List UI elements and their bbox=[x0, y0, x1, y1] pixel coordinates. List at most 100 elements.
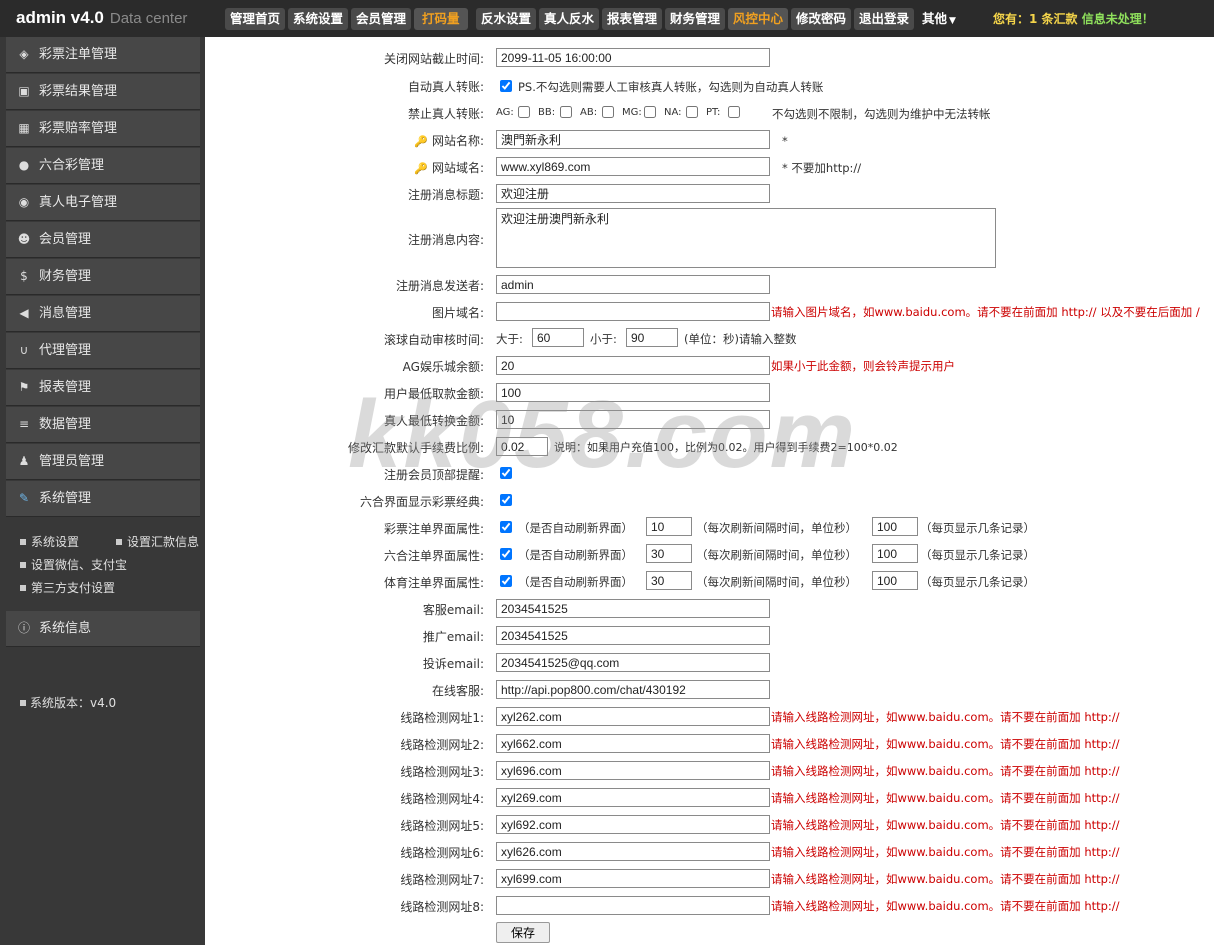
wrench-icon: ✎ bbox=[18, 491, 30, 505]
lhc-auto-refresh-checkbox[interactable] bbox=[500, 548, 512, 560]
sidebar-item-data[interactable]: ≡ 数据管理 bbox=[6, 407, 200, 443]
min-withdraw-label: 用户最低取款金额: bbox=[383, 387, 484, 401]
line-check-5-input[interactable] bbox=[496, 815, 770, 834]
nav-change-password[interactable]: 修改密码 bbox=[791, 8, 852, 30]
min-transfer-input[interactable] bbox=[496, 410, 770, 429]
sidebar-item-lottery-odds[interactable]: ▦ 彩票赔率管理 bbox=[6, 111, 200, 147]
close-deadline-input[interactable] bbox=[496, 48, 770, 67]
line-check-8-input[interactable] bbox=[496, 896, 770, 915]
lhc-classic-checkbox[interactable] bbox=[500, 494, 512, 506]
ball-review-gt-input[interactable] bbox=[532, 328, 584, 347]
sidebar-item-live-electronic[interactable]: ◉ 真人电子管理 bbox=[6, 185, 200, 221]
nav-betting-volume[interactable]: 打码量 bbox=[414, 8, 468, 30]
nav-logout[interactable]: 退出登录 bbox=[854, 8, 915, 30]
sports-auto-refresh-checkbox[interactable] bbox=[500, 575, 512, 587]
reg-content-textarea[interactable]: 欢迎注册澳門新永利 bbox=[496, 208, 996, 268]
reg-top-alert-label: 注册会员顶部提醒: bbox=[383, 468, 484, 482]
key-icon: 🔑 bbox=[414, 162, 428, 175]
line-check-3-label: 线路检测网址3: bbox=[400, 765, 484, 779]
subitem-remittance-settings[interactable]: 设置汇款信息 bbox=[116, 533, 199, 550]
auto-transfer-checkbox[interactable] bbox=[500, 80, 512, 92]
nav-home[interactable]: 管理首页 bbox=[225, 8, 286, 30]
nav-other-dropdown[interactable]: 其他 ▼ bbox=[922, 8, 956, 32]
lottery-refresh-interval-text: （每次刷新间隔时间，单位秒） bbox=[696, 521, 857, 535]
lottery-auto-refresh-checkbox[interactable] bbox=[500, 521, 512, 533]
forbid-ab-checkbox[interactable] bbox=[602, 106, 614, 118]
ball-review-lt-input[interactable] bbox=[626, 328, 678, 347]
image-domain-input[interactable] bbox=[496, 302, 770, 321]
subitem-third-party-payment[interactable]: 第三方支付设置 bbox=[20, 579, 115, 596]
site-name-input[interactable] bbox=[496, 130, 770, 149]
forbid-mg-label: MG: bbox=[622, 107, 642, 118]
reg-top-alert-checkbox[interactable] bbox=[500, 467, 512, 479]
sidebar-item-members[interactable]: ☻ 会员管理 bbox=[6, 222, 200, 258]
forbid-bb-checkbox[interactable] bbox=[560, 106, 572, 118]
ag-balance-hint: 如果小于此金额，则会铃声提示用户 bbox=[771, 359, 955, 373]
sidebar-item-reports[interactable]: ⚑ 报表管理 bbox=[6, 370, 200, 406]
subitem-label: 设置汇款信息 bbox=[127, 535, 200, 549]
subitem-system-settings[interactable]: 系统设置 bbox=[20, 533, 79, 550]
site-domain-label-text: 网站域名: bbox=[431, 161, 484, 175]
sidebar-item-messages[interactable]: ◀ 消息管理 bbox=[6, 296, 200, 332]
line-check-7-input[interactable] bbox=[496, 869, 770, 888]
magnet-icon: ∪ bbox=[19, 343, 29, 357]
complaint-email-input[interactable] bbox=[496, 653, 770, 672]
nav-other-label: 其他 bbox=[922, 11, 948, 26]
line-check-7-label: 线路检测网址7: bbox=[400, 873, 484, 887]
line-check-6-input[interactable] bbox=[496, 842, 770, 861]
sports-refresh-interval-input[interactable] bbox=[646, 571, 692, 590]
sidebar-item-mark-six[interactable]: ● 六合彩管理 bbox=[6, 148, 200, 184]
ball-review-gt-label: 大于: bbox=[496, 332, 523, 346]
nav-report-management[interactable]: 报表管理 bbox=[602, 8, 663, 30]
sidebar-item-admins[interactable]: ♟ 管理员管理 bbox=[6, 444, 200, 480]
nav-live-rebate[interactable]: 真人反水 bbox=[539, 8, 600, 30]
reg-sender-input[interactable] bbox=[496, 275, 770, 294]
reg-title-input[interactable] bbox=[496, 184, 770, 203]
sidebar-item-lottery-orders[interactable]: ◈ 彩票注单管理 bbox=[6, 37, 200, 73]
line-check-6-hint: 请输入线路检测网址，如www.baidu.com。请不要在前面加 http:// bbox=[771, 845, 1120, 859]
sidebar-item-system-info[interactable]: ⓘ 系统信息 bbox=[6, 611, 200, 647]
nav-finance-management[interactable]: 财务管理 bbox=[665, 8, 726, 30]
line-check-5-label: 线路检测网址5: bbox=[400, 819, 484, 833]
ag-balance-input[interactable] bbox=[496, 356, 770, 375]
save-button[interactable]: 保存 bbox=[496, 922, 550, 943]
service-email-input[interactable] bbox=[496, 599, 770, 618]
lhc-refresh-interval-input[interactable] bbox=[646, 544, 692, 563]
subitem-wechat-alipay[interactable]: 设置微信、支付宝 bbox=[20, 556, 127, 573]
sidebar-item-lottery-results[interactable]: ▣ 彩票结果管理 bbox=[6, 74, 200, 110]
database-icon: ≡ bbox=[18, 417, 30, 431]
nav-member-management[interactable]: 会员管理 bbox=[351, 8, 412, 30]
sidebar-item-agents[interactable]: ∪ 代理管理 bbox=[6, 333, 200, 369]
line-check-4-input[interactable] bbox=[496, 788, 770, 807]
lottery-refresh-interval-input[interactable] bbox=[646, 517, 692, 536]
line-check-2-input[interactable] bbox=[496, 734, 770, 753]
lottery-per-page-input[interactable] bbox=[872, 517, 918, 536]
pending-notice[interactable]: 您有：1 条汇款 信息未处理！ bbox=[993, 8, 1154, 30]
online-service-input[interactable] bbox=[496, 680, 770, 699]
line-check-2-hint: 请输入线路检测网址，如www.baidu.com。请不要在前面加 http:// bbox=[771, 737, 1120, 751]
coin-icon: $ bbox=[20, 269, 28, 283]
nav-rebate-settings[interactable]: 反水设置 bbox=[476, 8, 537, 30]
sidebar-item-finance[interactable]: $ 财务管理 bbox=[6, 259, 200, 295]
sidebar-item-system[interactable]: ✎ 系统管理 bbox=[6, 481, 200, 517]
nav-risk-center[interactable]: 风控中心 bbox=[728, 8, 789, 30]
line-check-3-input[interactable] bbox=[496, 761, 770, 780]
sports-per-page-input[interactable] bbox=[872, 571, 918, 590]
forbid-ag-checkbox[interactable] bbox=[518, 106, 530, 118]
lhc-classic-label: 六合界面显示彩票经典: bbox=[359, 495, 484, 509]
forbid-pt-checkbox[interactable] bbox=[728, 106, 740, 118]
lhc-per-page-input[interactable] bbox=[872, 544, 918, 563]
promo-email-input[interactable] bbox=[496, 626, 770, 645]
forbid-mg-checkbox[interactable] bbox=[644, 106, 656, 118]
fee-ratio-input[interactable] bbox=[496, 437, 548, 456]
nav-system-settings[interactable]: 系统设置 bbox=[288, 8, 349, 30]
key-icon: 🔑 bbox=[414, 135, 428, 148]
notice-prefix: 您有： bbox=[993, 12, 1030, 26]
version-label: 系统版本：v4.0 bbox=[30, 696, 117, 710]
min-withdraw-input[interactable] bbox=[496, 383, 770, 402]
forbid-na-checkbox[interactable] bbox=[686, 106, 698, 118]
line-check-1-input[interactable] bbox=[496, 707, 770, 726]
site-domain-input[interactable] bbox=[496, 157, 770, 176]
line-check-5-hint: 请输入线路检测网址，如www.baidu.com。请不要在前面加 http:// bbox=[771, 818, 1120, 832]
auto-transfer-note: PS.不勾选则需要人工审核真人转账，勾选则为自动真人转账 bbox=[518, 80, 824, 94]
